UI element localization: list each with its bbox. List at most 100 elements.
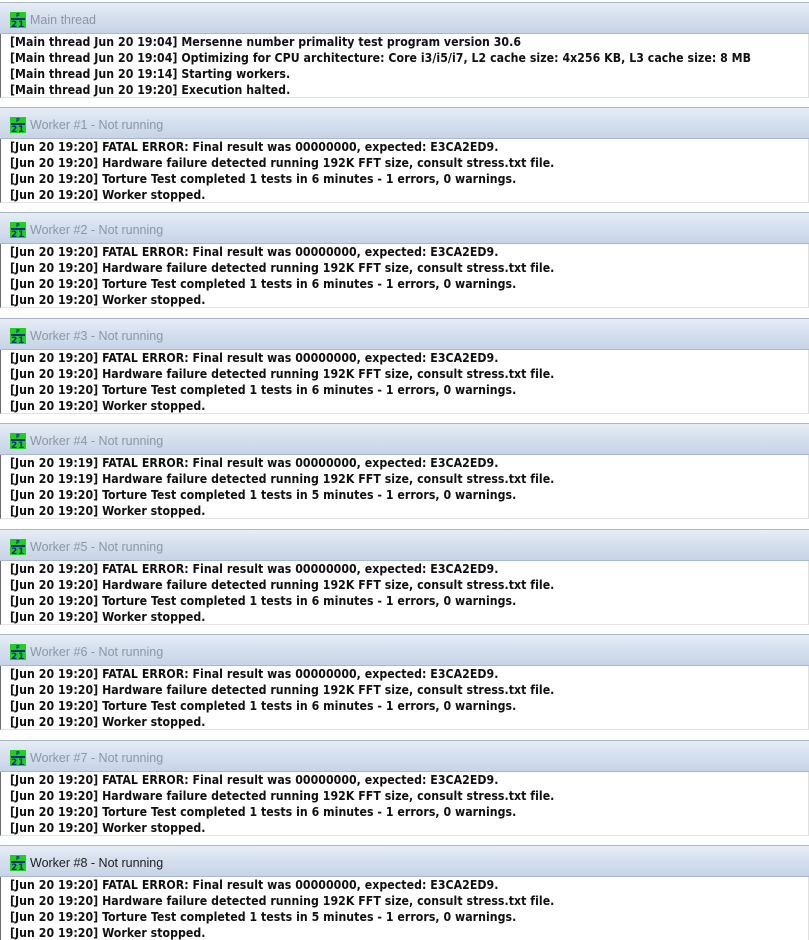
worker-5-window[interactable]: 2 1 P Worker #5 - Not running [Jun 20 19:20]… xyxy=(0,529,809,625)
prime95-app-icon[interactable]: 21P xyxy=(10,222,26,240)
window-title: Main thread xyxy=(30,13,97,27)
window-title: Worker #7 - Not running xyxy=(30,751,164,765)
log-line: [Jun 20 19:20] Worker stopped. xyxy=(10,399,206,413)
svg-text:1: 1 xyxy=(18,441,24,449)
svg-text:2: 2 xyxy=(11,125,17,133)
log-line: [Main thread Jun 20 19:14] Starting work… xyxy=(10,67,291,81)
window-titlebar[interactable]: 2 1 P Worker #3 - Not running xyxy=(0,319,809,350)
window-titlebar[interactable]: 2 1 P Worker #2 - Not running xyxy=(0,213,809,244)
window-titlebar[interactable]: 2 1 P Worker #1 - Not running xyxy=(0,108,809,139)
log-output[interactable]: [Jun 20 19:20] FATAL ERROR: Final result… xyxy=(0,244,809,308)
log-line: [Jun 20 19:20] Worker stopped. xyxy=(10,610,206,624)
log-line: [Jun 20 19:20] FATAL ERROR: Final result… xyxy=(10,140,499,154)
log-line: [Main thread Jun 20 19:04] Optimizing fo… xyxy=(10,51,752,65)
log-line: [Jun 20 19:20] Torture Test completed 1 … xyxy=(10,383,517,397)
log-line: [Jun 20 19:20] Worker stopped. xyxy=(10,504,206,518)
window-title: Worker #5 - Not running xyxy=(30,540,164,554)
window-titlebar[interactable]: 2 1 P Worker #7 - Not running xyxy=(0,741,809,772)
svg-text:P: P xyxy=(16,223,20,229)
log-line: [Jun 20 19:20] Torture Test completed 1 … xyxy=(10,699,517,713)
svg-text:2: 2 xyxy=(11,230,17,238)
log-line: [Jun 20 19:20] FATAL ERROR: Final result… xyxy=(10,773,499,787)
window-titlebar[interactable]: 2 1 P Worker #5 - Not running xyxy=(0,530,809,561)
log-line: [Jun 20 19:20] Torture Test completed 1 … xyxy=(10,488,517,502)
window-titlebar[interactable]: 2 1 P Worker #6 - Not running xyxy=(0,635,809,666)
svg-text:2: 2 xyxy=(11,336,17,344)
log-line: [Jun 20 19:20] Hardware failure detected… xyxy=(10,789,555,803)
prime95-app-icon[interactable]: 21P xyxy=(10,12,26,30)
svg-text:2: 2 xyxy=(11,441,17,449)
svg-text:2: 2 xyxy=(11,863,17,871)
svg-text:1: 1 xyxy=(18,863,24,871)
log-line: [Jun 20 19:20] FATAL ERROR: Final result… xyxy=(10,351,499,365)
svg-text:P: P xyxy=(16,329,20,335)
window-titlebar[interactable]: 2 1 P Worker #8 - Not running xyxy=(0,846,809,877)
main-thread-window[interactable]: 2 1 P Main thread [Main thread Jun 20 19:04]… xyxy=(0,2,809,98)
prime95-app-icon[interactable]: 21P xyxy=(10,644,26,662)
log-line: [Jun 20 19:20] Hardware failure detected… xyxy=(10,367,555,381)
svg-text:P: P xyxy=(16,434,20,440)
svg-text:2: 2 xyxy=(11,547,17,555)
log-line: [Main thread Jun 20 19:04] Mersenne numb… xyxy=(10,35,522,49)
prime95-app-icon[interactable]: 21P xyxy=(10,855,26,873)
log-line: [Jun 20 19:20] Worker stopped. xyxy=(10,821,206,835)
log-line: [Jun 20 19:20] Hardware failure detected… xyxy=(10,894,555,908)
svg-text:P: P xyxy=(16,13,20,19)
worker-3-window[interactable]: 2 1 P Worker #3 - Not running [Jun 20 19:20]… xyxy=(0,318,809,414)
log-line: [Jun 20 19:20] Hardware failure detected… xyxy=(10,156,555,170)
log-output[interactable]: [Jun 20 19:20] FATAL ERROR: Final result… xyxy=(0,350,809,414)
prime95-app-icon[interactable]: 21P xyxy=(10,117,26,135)
log-output[interactable]: [Jun 20 19:20] FATAL ERROR: Final result… xyxy=(0,877,809,940)
svg-text:P: P xyxy=(16,751,20,757)
svg-text:2: 2 xyxy=(11,652,17,660)
svg-text:1: 1 xyxy=(18,758,24,766)
log-line: [Main thread Jun 20 19:20] Execution hal… xyxy=(10,83,291,97)
log-line: [Jun 20 19:20] Worker stopped. xyxy=(10,715,206,729)
log-line: [Jun 20 19:20] Worker stopped. xyxy=(10,926,206,940)
log-line: [Jun 20 19:20] Torture Test completed 1 … xyxy=(10,805,517,819)
log-line: [Jun 20 19:20] Torture Test completed 1 … xyxy=(10,277,517,291)
log-output[interactable]: [Jun 20 19:20] FATAL ERROR: Final result… xyxy=(0,666,809,730)
log-line: [Jun 20 19:20] Torture Test completed 1 … xyxy=(10,594,517,608)
log-output[interactable]: [Jun 20 19:20] FATAL ERROR: Final result… xyxy=(0,139,809,203)
window-title: Worker #6 - Not running xyxy=(30,645,164,659)
svg-text:1: 1 xyxy=(18,230,24,238)
svg-text:2: 2 xyxy=(11,758,17,766)
log-line: [Jun 20 19:20] Torture Test completed 1 … xyxy=(10,910,517,924)
log-line: [Jun 20 19:20] Hardware failure detected… xyxy=(10,683,555,697)
worker-4-window[interactable]: 2 1 P Worker #4 - Not running [Jun 20 19:19]… xyxy=(0,423,809,519)
log-line: [Jun 20 19:20] Worker stopped. xyxy=(10,188,206,202)
prime95-app-icon[interactable]: 21P xyxy=(10,433,26,451)
worker-8-window[interactable]: 2 1 P Worker #8 - Not running [Jun 20 19:20]… xyxy=(0,845,809,940)
window-titlebar[interactable]: 2 1 P Main thread xyxy=(0,3,809,34)
prime95-app-icon[interactable]: 21P xyxy=(10,539,26,557)
window-title: Worker #4 - Not running xyxy=(30,434,164,448)
log-line: [Jun 20 19:20] Hardware failure detected… xyxy=(10,578,555,592)
svg-text:1: 1 xyxy=(18,336,24,344)
svg-text:P: P xyxy=(16,540,20,546)
worker-1-window[interactable]: 2 1 P Worker #1 - Not running [Jun 20 19:20]… xyxy=(0,107,809,203)
worker-6-window[interactable]: 2 1 P Worker #6 - Not running [Jun 20 19:20]… xyxy=(0,634,809,730)
log-output[interactable]: [Jun 20 19:20] FATAL ERROR: Final result… xyxy=(0,772,809,836)
worker-2-window[interactable]: 2 1 P Worker #2 - Not running [Jun 20 19:20]… xyxy=(0,212,809,308)
svg-text:2: 2 xyxy=(11,20,17,28)
window-title: Worker #8 - Not running xyxy=(30,856,164,870)
svg-text:P: P xyxy=(16,856,20,862)
worker-7-window[interactable]: 2 1 P Worker #7 - Not running [Jun 20 19:20]… xyxy=(0,740,809,836)
log-line: [Jun 20 19:20] Torture Test completed 1 … xyxy=(10,172,517,186)
log-line: [Jun 20 19:20] Hardware failure detected… xyxy=(10,261,555,275)
prime95-app-icon[interactable]: 21P xyxy=(10,328,26,346)
svg-text:1: 1 xyxy=(18,20,24,28)
log-output[interactable]: [Jun 20 19:19] FATAL ERROR: Final result… xyxy=(0,455,809,519)
svg-text:P: P xyxy=(16,118,20,124)
window-titlebar[interactable]: 2 1 P Worker #4 - Not running xyxy=(0,424,809,455)
log-line: [Jun 20 19:19] Hardware failure detected… xyxy=(10,472,555,486)
log-line: [Jun 20 19:20] FATAL ERROR: Final result… xyxy=(10,562,499,576)
log-output[interactable]: [Main thread Jun 20 19:04] Mersenne numb… xyxy=(0,34,809,98)
log-line: [Jun 20 19:20] FATAL ERROR: Final result… xyxy=(10,667,499,681)
prime95-app-icon[interactable]: 21P xyxy=(10,750,26,768)
log-output[interactable]: [Jun 20 19:20] FATAL ERROR: Final result… xyxy=(0,561,809,625)
svg-text:1: 1 xyxy=(18,652,24,660)
window-title: Worker #2 - Not running xyxy=(30,223,164,237)
log-line: [Jun 20 19:20] FATAL ERROR: Final result… xyxy=(10,878,499,892)
